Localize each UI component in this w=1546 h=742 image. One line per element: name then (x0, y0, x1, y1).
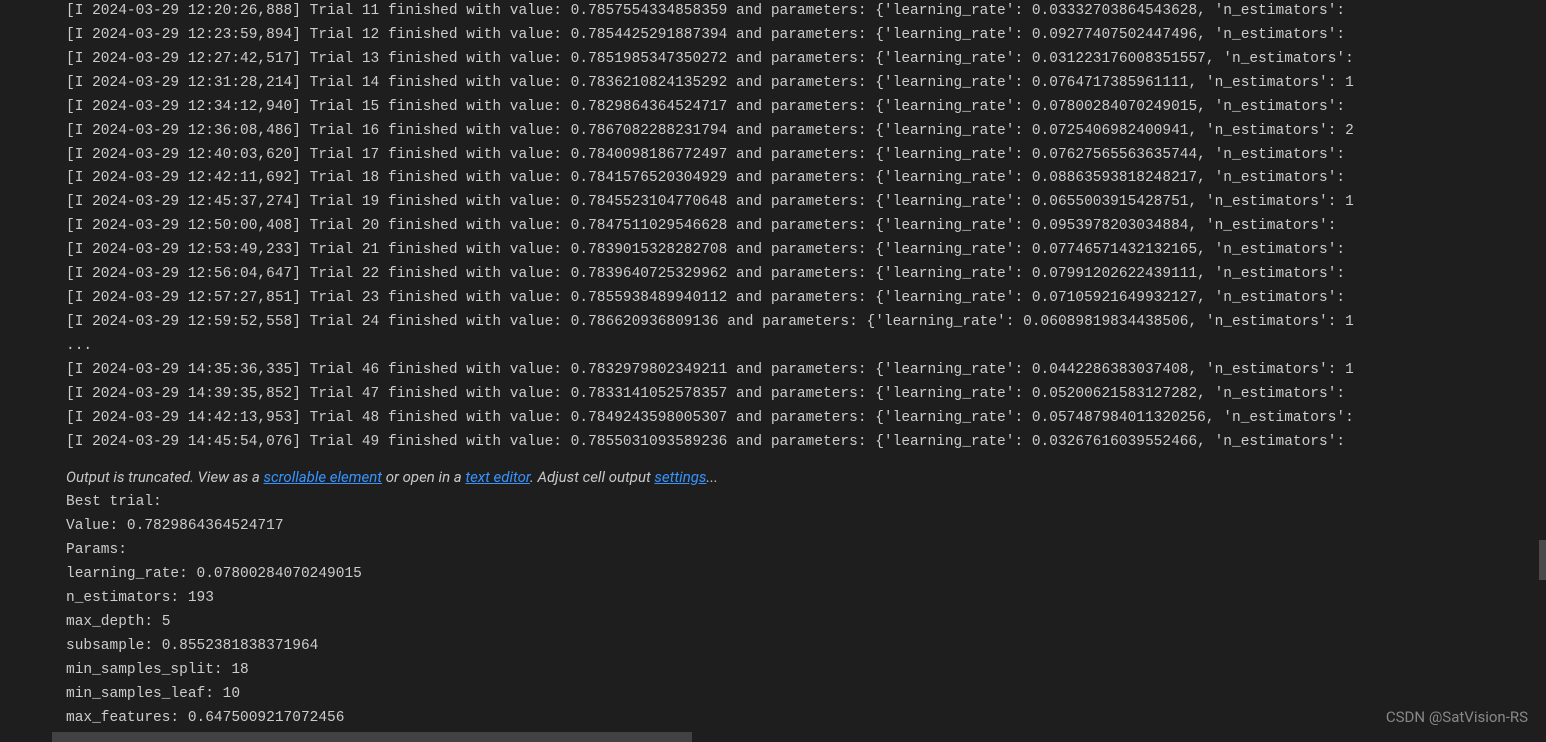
text-editor-link[interactable]: text editor (465, 468, 530, 486)
result-line: n_estimators: 193 (66, 587, 1546, 611)
csdn-watermark: CSDN @SatVision-RS (1386, 705, 1528, 730)
log-line: [I 2024-03-29 12:31:28,214] Trial 14 fin… (66, 72, 1546, 96)
log-line: [I 2024-03-29 12:45:37,274] Trial 19 fin… (66, 191, 1546, 215)
log-line: [I 2024-03-29 12:23:59,894] Trial 12 fin… (66, 24, 1546, 48)
log-line: [I 2024-03-29 14:42:13,953] Trial 48 fin… (66, 407, 1546, 431)
log-ellipsis: ... (66, 335, 1546, 359)
truncate-text: or open in a (382, 468, 465, 486)
result-line: min_samples_split: 18 (66, 659, 1546, 683)
truncate-text: . Adjust cell output (530, 468, 654, 486)
log-line: [I 2024-03-29 12:53:49,233] Trial 21 fin… (66, 239, 1546, 263)
log-output-block: [I 2024-03-29 12:20:26,888] Trial 11 fin… (66, 0, 1546, 455)
result-line: Value: 0.7829864364524717 (66, 515, 1546, 539)
settings-link[interactable]: settings (654, 468, 706, 486)
horizontal-scrollbar[interactable] (52, 732, 692, 742)
log-line: [I 2024-03-29 12:34:12,940] Trial 15 fin… (66, 96, 1546, 120)
log-line: [I 2024-03-29 12:40:03,620] Trial 17 fin… (66, 144, 1546, 168)
log-line: [I 2024-03-29 12:56:04,647] Trial 22 fin… (66, 263, 1546, 287)
log-line: [I 2024-03-29 12:36:08,486] Trial 16 fin… (66, 120, 1546, 144)
result-line: max_depth: 5 (66, 611, 1546, 635)
vertical-scrollbar[interactable] (1539, 540, 1546, 580)
result-line: subsample: 0.8552381838371964 (66, 635, 1546, 659)
output-truncated-notice: Output is truncated. View as a scrollabl… (66, 455, 1546, 492)
log-line: [I 2024-03-29 12:42:11,692] Trial 18 fin… (66, 167, 1546, 191)
truncate-text: Output is truncated. View as a (66, 468, 263, 486)
result-line: Best trial: (66, 491, 1546, 515)
log-line: [I 2024-03-29 12:50:00,408] Trial 20 fin… (66, 215, 1546, 239)
log-line: [I 2024-03-29 12:59:52,558] Trial 24 fin… (66, 311, 1546, 335)
scrollable-element-link[interactable]: scrollable element (263, 468, 382, 486)
result-line: learning_rate: 0.07800284070249015 (66, 563, 1546, 587)
result-output-block: Best trial: Value: 0.7829864364524717 Pa… (66, 491, 1546, 730)
result-line: Params: (66, 539, 1546, 563)
log-line: [I 2024-03-29 12:57:27,851] Trial 23 fin… (66, 287, 1546, 311)
notebook-output: [I 2024-03-29 12:20:26,888] Trial 11 fin… (0, 0, 1546, 730)
truncate-text: ... (706, 468, 718, 486)
log-line: [I 2024-03-29 14:45:54,076] Trial 49 fin… (66, 431, 1546, 455)
log-line: [I 2024-03-29 12:20:26,888] Trial 11 fin… (66, 0, 1546, 24)
log-line: [I 2024-03-29 12:27:42,517] Trial 13 fin… (66, 48, 1546, 72)
log-line: [I 2024-03-29 14:39:35,852] Trial 47 fin… (66, 383, 1546, 407)
result-line: min_samples_leaf: 10 (66, 683, 1546, 707)
result-line: max_features: 0.6475009217072456 (66, 707, 1546, 731)
log-line: [I 2024-03-29 14:35:36,335] Trial 46 fin… (66, 359, 1546, 383)
